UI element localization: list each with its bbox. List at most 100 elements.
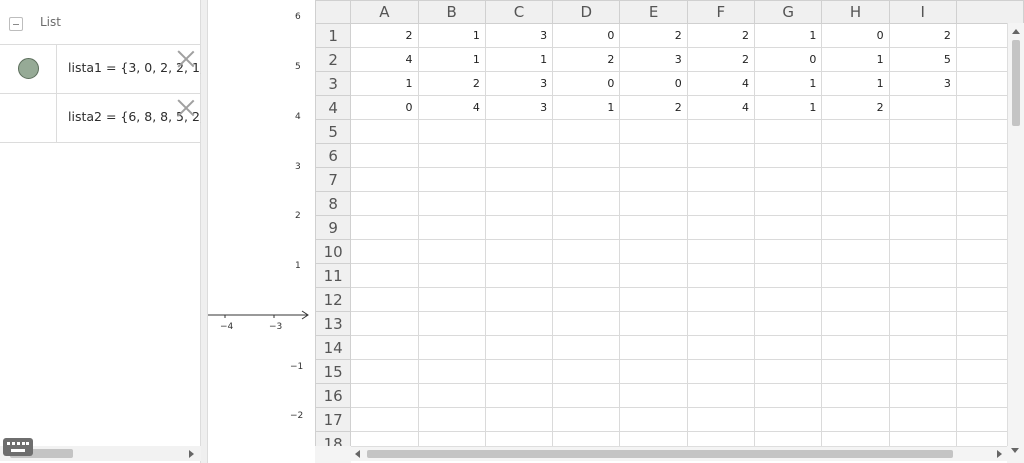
- spreadsheet-cell[interactable]: [754, 119, 823, 144]
- spreadsheet-cell[interactable]: [417, 263, 486, 288]
- spreadsheet-cell[interactable]: [484, 215, 554, 240]
- spreadsheet-cell[interactable]: [821, 287, 890, 312]
- spreadsheet-cell[interactable]: [619, 407, 688, 432]
- spreadsheet-cell[interactable]: 0: [552, 23, 621, 48]
- spreadsheet-cell[interactable]: [484, 311, 554, 336]
- vertical-scrollbar[interactable]: [1007, 23, 1024, 446]
- keyboard-button[interactable]: [3, 438, 33, 456]
- spreadsheet-cell[interactable]: [552, 215, 621, 240]
- column-header[interactable]: D: [552, 0, 621, 24]
- graphics-view[interactable]: −4 −3 6 5 4 3 2 1 −1 −2: [208, 0, 315, 463]
- spreadsheet-cell[interactable]: [484, 335, 554, 360]
- visibility-toggle[interactable]: [0, 45, 57, 93]
- row-header[interactable]: 17: [315, 407, 352, 432]
- spreadsheet-cell[interactable]: [484, 167, 554, 192]
- spreadsheet-cell[interactable]: [552, 383, 621, 408]
- spreadsheet-cell[interactable]: 1: [484, 47, 554, 72]
- spreadsheet-cell[interactable]: [686, 383, 756, 408]
- spreadsheet-cell[interactable]: [350, 383, 419, 408]
- spreadsheet-cell[interactable]: [350, 191, 419, 216]
- spreadsheet-cell[interactable]: 3: [484, 71, 554, 96]
- row-header[interactable]: 3: [315, 71, 352, 96]
- spreadsheet-cell[interactable]: [686, 167, 756, 192]
- spreadsheet-cell[interactable]: 1: [754, 71, 823, 96]
- spreadsheet-cell[interactable]: [686, 215, 756, 240]
- horizontal-scrollbar[interactable]: [351, 446, 1007, 461]
- spreadsheet-cell[interactable]: [888, 239, 957, 264]
- spreadsheet-cell[interactable]: [821, 119, 890, 144]
- spreadsheet-cell[interactable]: [754, 383, 823, 408]
- spreadsheet-cell[interactable]: [417, 215, 486, 240]
- visibility-marble-icon[interactable]: [18, 58, 39, 79]
- spreadsheet-cell[interactable]: [821, 239, 890, 264]
- spreadsheet-cell[interactable]: 2: [552, 47, 621, 72]
- spreadsheet-cell[interactable]: 3: [484, 95, 554, 120]
- spreadsheet-cell[interactable]: 4: [686, 71, 756, 96]
- spreadsheet-cell[interactable]: [754, 143, 823, 168]
- spreadsheet-cell[interactable]: [619, 383, 688, 408]
- spreadsheet-cell[interactable]: [888, 263, 957, 288]
- spreadsheet-cell[interactable]: [350, 287, 419, 312]
- spreadsheet-cell[interactable]: [686, 143, 756, 168]
- spreadsheet-cell[interactable]: [417, 287, 486, 312]
- spreadsheet-cell[interactable]: [821, 359, 890, 384]
- spreadsheet-cell[interactable]: [821, 191, 890, 216]
- spreadsheet-cell[interactable]: [417, 311, 486, 336]
- row-header[interactable]: 11: [315, 263, 352, 288]
- spreadsheet-cell[interactable]: [619, 119, 688, 144]
- spreadsheet-cell[interactable]: [821, 383, 890, 408]
- spreadsheet-cell[interactable]: [821, 407, 890, 432]
- spreadsheet-cell[interactable]: [350, 167, 419, 192]
- column-header[interactable]: E: [619, 0, 688, 24]
- spreadsheet-cell[interactable]: [417, 191, 486, 216]
- algebra-item-lista2[interactable]: lista2 = {6, 8, 8, 5, 2, 3, 4, 5, 6, 7, …: [0, 94, 201, 143]
- spreadsheet-cell[interactable]: [552, 335, 621, 360]
- row-header[interactable]: 4: [315, 95, 352, 120]
- spreadsheet-cell[interactable]: [754, 191, 823, 216]
- spreadsheet-cell[interactable]: 3: [888, 71, 957, 96]
- spreadsheet-cell[interactable]: [686, 407, 756, 432]
- column-header-extra[interactable]: [955, 0, 1024, 24]
- spreadsheet-cell[interactable]: [417, 335, 486, 360]
- spreadsheet-cell[interactable]: [888, 311, 957, 336]
- row-header[interactable]: 13: [315, 311, 352, 336]
- spreadsheet-cell[interactable]: [686, 119, 756, 144]
- spreadsheet-cell[interactable]: [484, 143, 554, 168]
- panel-splitter[interactable]: [201, 0, 208, 463]
- spreadsheet-cell[interactable]: [484, 287, 554, 312]
- algebra-item-lista1[interactable]: lista1 = {3, 0, 2, 2, 1, 0, 2, 3, 0, 1, …: [0, 45, 201, 94]
- spreadsheet-cell[interactable]: 5: [888, 47, 957, 72]
- row-header[interactable]: 16: [315, 383, 352, 408]
- spreadsheet-cell[interactable]: [888, 383, 957, 408]
- spreadsheet-cell[interactable]: 0: [754, 47, 823, 72]
- spreadsheet-cell[interactable]: [417, 383, 486, 408]
- spreadsheet-cell[interactable]: [821, 215, 890, 240]
- spreadsheet-cell[interactable]: [686, 287, 756, 312]
- row-header[interactable]: 14: [315, 335, 352, 360]
- select-all-corner[interactable]: [315, 0, 352, 24]
- spreadsheet-cell[interactable]: [754, 263, 823, 288]
- spreadsheet-cell[interactable]: [686, 191, 756, 216]
- spreadsheet-cell[interactable]: [552, 119, 621, 144]
- row-header[interactable]: 12: [315, 287, 352, 312]
- spreadsheet-cell[interactable]: 4: [350, 47, 419, 72]
- spreadsheet-cell[interactable]: [552, 167, 621, 192]
- spreadsheet-cell[interactable]: [350, 143, 419, 168]
- spreadsheet-cell[interactable]: [552, 287, 621, 312]
- scrollbar-thumb[interactable]: [367, 450, 953, 458]
- spreadsheet-cell[interactable]: [888, 167, 957, 192]
- spreadsheet-cell[interactable]: [888, 119, 957, 144]
- spreadsheet-cell[interactable]: [484, 359, 554, 384]
- spreadsheet-cell[interactable]: [484, 383, 554, 408]
- spreadsheet-cell[interactable]: 1: [821, 71, 890, 96]
- spreadsheet-cell[interactable]: [754, 167, 823, 192]
- spreadsheet-cell[interactable]: [888, 335, 957, 360]
- spreadsheet-cell[interactable]: 2: [350, 23, 419, 48]
- spreadsheet-cell[interactable]: [552, 263, 621, 288]
- spreadsheet-cell[interactable]: 1: [350, 71, 419, 96]
- spreadsheet-cell[interactable]: [754, 311, 823, 336]
- spreadsheet-cell[interactable]: 2: [686, 23, 756, 48]
- spreadsheet-cell[interactable]: [754, 287, 823, 312]
- column-header[interactable]: I: [888, 0, 957, 24]
- column-header[interactable]: G: [754, 0, 823, 24]
